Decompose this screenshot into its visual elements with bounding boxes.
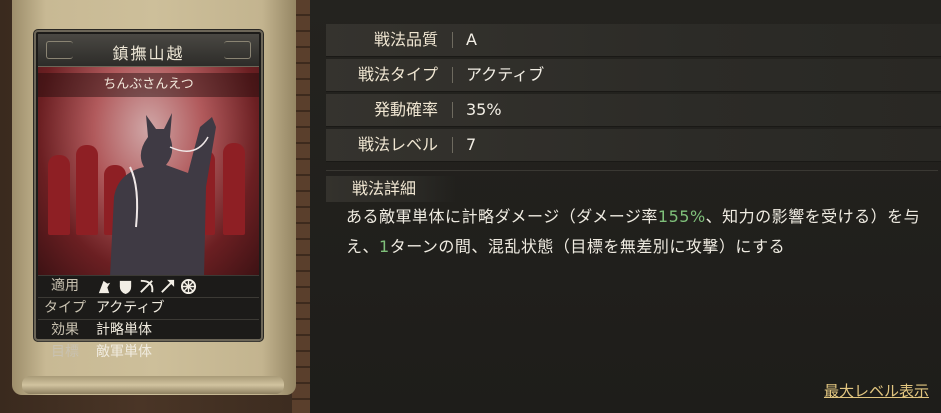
skill-info-panel: 戦法品質 A 戦法タイプ アクティブ 発動確率 35% 戦法レベル 7 戦法詳細… (310, 0, 941, 413)
attr-row-level: 戦法レベル 7 (326, 129, 941, 162)
attr-key: 戦法レベル (357, 135, 438, 154)
stat-value: 計略単体 (96, 322, 152, 338)
attr-separator (452, 67, 453, 83)
attr-separator (452, 32, 453, 48)
card-stats: 適用 タイプ アクティブ 効果 計略単体 目標 敵軍単体 (38, 275, 259, 363)
stat-row-effect: 効果 計略単体 (38, 319, 259, 341)
scroll-roll (22, 376, 284, 394)
cavalry-icon (98, 280, 111, 294)
troop-type-icons (96, 278, 197, 296)
bow-icon (140, 279, 154, 293)
attr-separator (452, 137, 453, 153)
attr-value: A (466, 30, 477, 49)
card-reading: ちんぶさんえつ (38, 73, 259, 97)
stat-value: 敵軍単体 (96, 344, 152, 360)
attr-row-activation-rate: 発動確率 35% (326, 94, 941, 127)
stat-row-apply: 適用 (38, 275, 259, 297)
attr-value: 35% (466, 100, 502, 119)
damage-rate-value: 155% (657, 207, 706, 226)
attr-row-quality: 戦法品質 A (326, 24, 941, 57)
skill-card: 鎮撫山越 ちんぶさんえつ 適用 タイプ アクティブ 効果 計略単体 目標 敵軍単… (34, 30, 263, 360)
card-title-bar: 鎮撫山越 (38, 34, 259, 67)
detail-heading: 戦法詳細 (326, 176, 456, 202)
stat-key: タイプ (44, 300, 86, 316)
stat-row-target: 目標 敵軍単体 (38, 341, 259, 363)
stat-value: アクティブ (96, 300, 165, 316)
attr-row-type: 戦法タイプ アクティブ (326, 59, 941, 92)
soldier-silhouette (223, 143, 245, 235)
detail-description: ある敵軍単体に計略ダメージ（ダメージ率155%、知力の影響を受ける）を与え、1タ… (346, 202, 931, 262)
stat-key: 目標 (51, 344, 79, 360)
commander-silhouette (110, 113, 216, 275)
attr-value: 7 (466, 135, 477, 154)
detail-text-part: ターンの間、混乱状態（目標を無差別に攻撃）にする (389, 237, 786, 256)
attr-key: 戦法品質 (373, 30, 438, 49)
shield-icon (119, 280, 132, 295)
spear-icon (161, 279, 175, 293)
wheel-icon (180, 278, 197, 295)
skill-artwork: ちんぶさんえつ (38, 67, 259, 275)
soldier-silhouette (48, 155, 70, 235)
detail-text-part: ある敵軍単体に計略ダメージ（ダメージ率 (346, 207, 658, 226)
title-ornament-right (224, 41, 251, 59)
stat-key: 効果 (51, 322, 79, 338)
attr-key: 戦法タイプ (357, 65, 438, 84)
attr-separator (452, 102, 453, 118)
turn-count-value: 1 (379, 237, 390, 256)
attr-value: アクティブ (466, 65, 545, 84)
attr-key: 発動確率 (373, 100, 438, 119)
soldier-silhouette (76, 145, 98, 235)
stat-row-type: タイプ アクティブ (38, 297, 259, 319)
max-level-link[interactable]: 最大レベル表示 (824, 380, 929, 401)
stat-key: 適用 (51, 278, 79, 294)
